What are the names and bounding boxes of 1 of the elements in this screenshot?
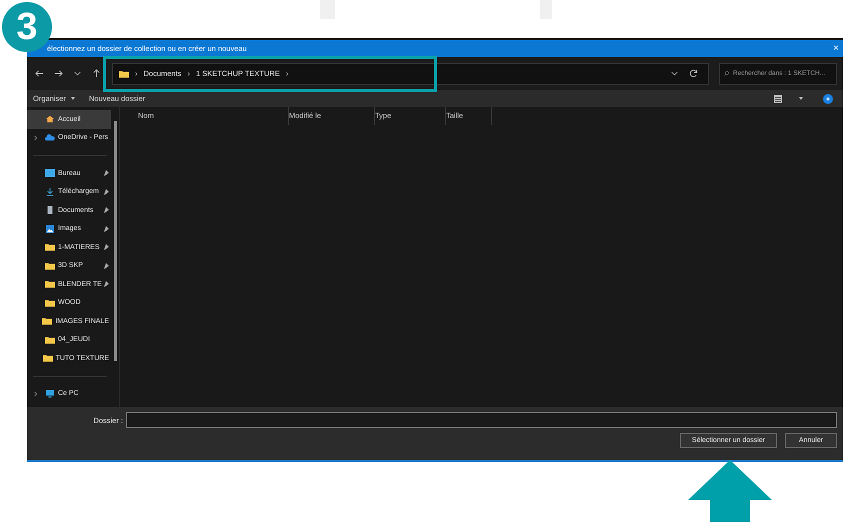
close-button[interactable]: × (829, 43, 843, 54)
